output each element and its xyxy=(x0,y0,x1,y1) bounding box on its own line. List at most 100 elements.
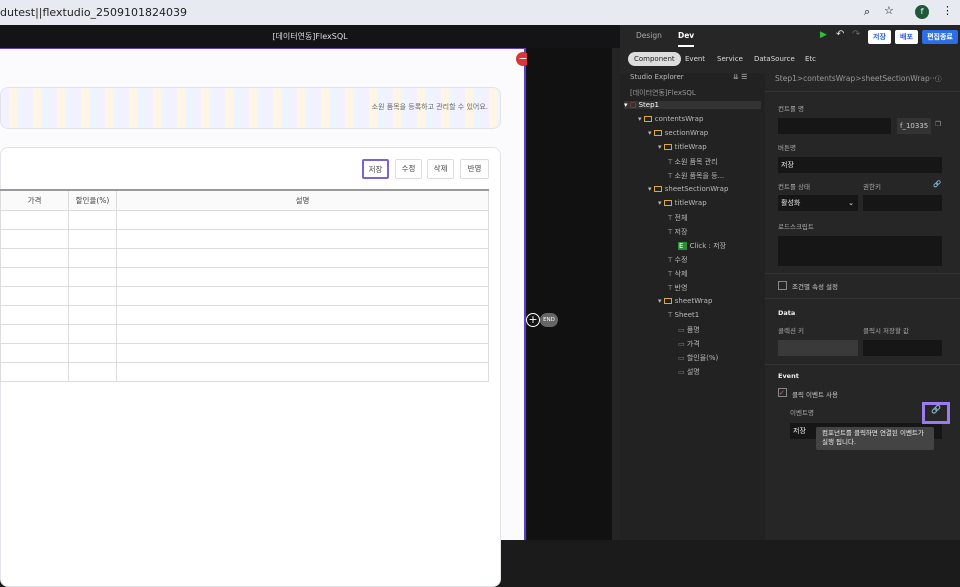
state-select[interactable]: 활성화 ⌄ xyxy=(778,195,858,211)
table-cell[interactable] xyxy=(68,209,117,230)
table-cell[interactable] xyxy=(116,209,489,230)
tree-node[interactable]: ▾ sheetWrap xyxy=(658,297,712,305)
column-header[interactable]: 할인율(%) xyxy=(68,189,117,211)
tree-node[interactable]: ▾ ▢ Step1 xyxy=(624,101,761,109)
tree-node[interactable]: ▭ 할인율(%) xyxy=(678,353,718,363)
tree-node[interactable]: T 삭제 xyxy=(668,269,687,279)
subtab-datasource[interactable]: DataSource xyxy=(754,52,795,66)
table-row[interactable] xyxy=(0,209,489,230)
link-icon[interactable]: 🔗 xyxy=(933,180,941,188)
table-row[interactable] xyxy=(0,342,489,363)
tree-node[interactable]: ▭ 가격 xyxy=(678,339,700,349)
tree-node[interactable]: ▾ contentsWrap xyxy=(638,115,703,123)
star-icon[interactable]: ☆ xyxy=(884,4,894,17)
table-row[interactable] xyxy=(0,228,489,249)
tree-node[interactable]: ▾ sectionWrap xyxy=(648,129,708,137)
avatar[interactable]: f xyxy=(915,5,929,19)
tree-node[interactable]: ▾ titleWrap xyxy=(658,143,707,151)
tree-node[interactable]: T 소원 품목 관리 xyxy=(668,157,718,167)
table-cell[interactable] xyxy=(116,342,489,363)
table-cell[interactable] xyxy=(0,304,69,325)
undo-icon[interactable]: ↶ xyxy=(836,29,844,40)
column-header[interactable]: 가격 xyxy=(0,189,69,211)
tree-node[interactable]: E Click : 저장 xyxy=(678,241,726,251)
table-row[interactable] xyxy=(0,304,489,325)
save-button[interactable]: 저장 xyxy=(362,159,389,179)
tree-node[interactable]: ▭ 품명 xyxy=(678,325,700,335)
table-cell[interactable] xyxy=(68,361,117,382)
edit-button[interactable]: 수정 xyxy=(395,159,422,179)
subtab-etc[interactable]: Etc xyxy=(805,52,816,66)
table-row[interactable] xyxy=(0,361,489,382)
subtab-event[interactable]: Event xyxy=(685,52,705,66)
load-script-textarea[interactable] xyxy=(778,236,942,266)
table-cell[interactable] xyxy=(116,361,489,382)
apply-button[interactable]: 반영 xyxy=(460,159,489,179)
table-cell[interactable] xyxy=(0,228,69,249)
panel-resizer[interactable] xyxy=(612,48,620,540)
table-cell[interactable] xyxy=(0,361,69,382)
subtab-service[interactable]: Service xyxy=(717,52,743,66)
button-name-input[interactable]: 저장 xyxy=(778,157,942,173)
table-cell[interactable] xyxy=(116,323,489,344)
table-cell[interactable] xyxy=(68,304,117,325)
table-cell[interactable] xyxy=(0,266,69,287)
tree-node[interactable]: ▾ titleWrap xyxy=(658,199,707,207)
table-row[interactable] xyxy=(0,247,489,268)
conditional-checkbox[interactable] xyxy=(778,281,787,290)
table-cell[interactable] xyxy=(68,228,117,249)
click-event-checkbox[interactable]: ✓ xyxy=(778,388,787,397)
copy-icon[interactable]: ❐ xyxy=(935,120,941,128)
tree-node[interactable]: T 반영 xyxy=(668,283,687,293)
tab-dev[interactable]: Dev xyxy=(678,25,695,47)
table-cell[interactable] xyxy=(68,247,117,268)
finish-edit-button[interactable]: 편집종료 xyxy=(922,30,958,44)
browser-address-bar[interactable]: dutest||flextudio_2509101824039 ⌕ ☆ f ⋮ xyxy=(0,0,960,25)
table-cell[interactable] xyxy=(68,342,117,363)
info-icon[interactable]: ⓘ xyxy=(935,73,942,83)
redo-icon[interactable]: ↷ xyxy=(852,29,860,40)
subtab-component[interactable]: Component xyxy=(628,52,681,66)
event-link-button[interactable]: 🔗 xyxy=(922,402,950,424)
tree-node[interactable]: T 소원 품목을 등... xyxy=(668,171,724,181)
add-step-icon[interactable]: + xyxy=(526,313,540,327)
delete-button[interactable]: 삭제 xyxy=(427,159,454,179)
run-icon[interactable]: ▶ xyxy=(820,30,827,40)
menu-icon[interactable]: ⋮ xyxy=(942,4,953,17)
table-row[interactable] xyxy=(0,266,489,287)
collection-key-input[interactable] xyxy=(778,340,858,356)
table-cell[interactable] xyxy=(0,342,69,363)
table-row[interactable] xyxy=(0,323,489,344)
table-cell[interactable] xyxy=(68,323,117,344)
table-cell[interactable] xyxy=(0,323,69,344)
deploy-button[interactable]: 배포 xyxy=(895,30,918,44)
click-value-input[interactable] xyxy=(863,340,942,356)
tree-node[interactable]: ▾ sheetSectionWrap xyxy=(648,185,728,193)
table-cell[interactable] xyxy=(0,285,69,306)
url-text[interactable]: dutest||flextudio_2509101824039 xyxy=(0,6,187,19)
tree-node[interactable]: T 전체 xyxy=(668,213,687,223)
table-cell[interactable] xyxy=(0,209,69,230)
tree-node[interactable]: ▭ 설명 xyxy=(678,367,700,377)
tab-design[interactable]: Design xyxy=(636,25,662,47)
table-cell[interactable] xyxy=(116,266,489,287)
table-cell[interactable] xyxy=(116,228,489,249)
tree-node[interactable]: T 저장 xyxy=(668,227,687,237)
table-cell[interactable] xyxy=(116,247,489,268)
table-cell[interactable] xyxy=(68,285,117,306)
collapse-icon[interactable]: ⇊ ☰ xyxy=(733,73,747,81)
table-row[interactable] xyxy=(0,285,489,306)
permission-input[interactable] xyxy=(863,195,942,211)
tree-node[interactable]: T Sheet1 xyxy=(668,311,699,319)
table-cell[interactable] xyxy=(116,285,489,306)
table-cell[interactable] xyxy=(68,266,117,287)
control-name-input[interactable] xyxy=(778,118,891,134)
column-header[interactable]: 설명 xyxy=(116,189,489,211)
table-cell[interactable] xyxy=(116,304,489,325)
table-cell[interactable] xyxy=(0,247,69,268)
header-save-button[interactable]: 저장 xyxy=(868,30,891,44)
data-grid[interactable]: 가격 할인율(%) 설명 xyxy=(0,189,489,382)
studio-explorer: Studio Explorer ⇊ ☰ [데이터연동]FlexSQL ▾ ▢ S… xyxy=(620,73,765,540)
tree-node[interactable]: T 수정 xyxy=(668,255,687,265)
zoom-icon[interactable]: ⌕ xyxy=(864,5,870,19)
